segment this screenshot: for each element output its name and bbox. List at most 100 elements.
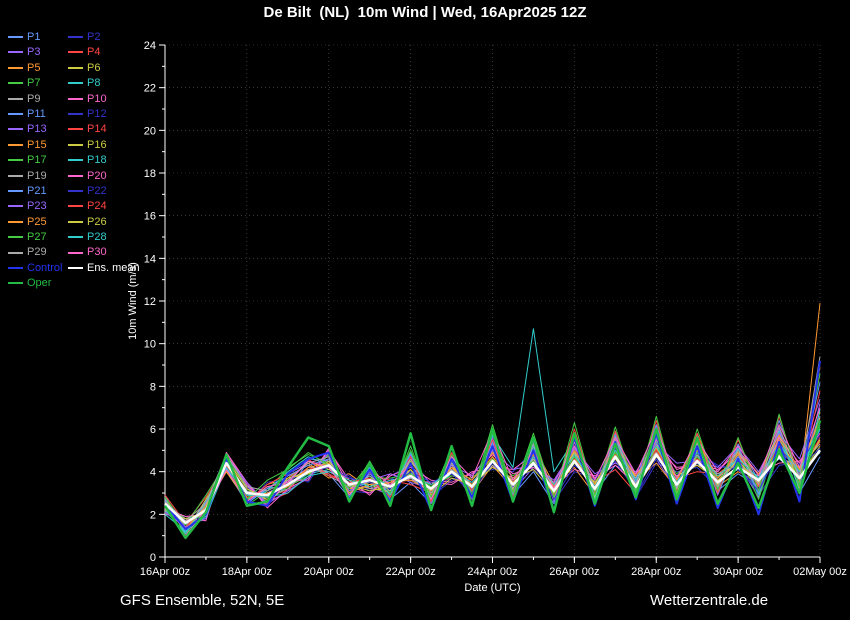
legend-item-p11: P11	[8, 107, 68, 122]
legend-item-p17: P17	[8, 153, 68, 168]
legend-label-p22: P22	[87, 184, 107, 197]
legend-swatch-p16	[68, 143, 83, 146]
legend-item-p2: P2	[68, 30, 128, 45]
legend-row: P1 P2	[8, 30, 128, 45]
legend-swatch-p15	[8, 143, 23, 146]
legend-row: P15 P16	[8, 138, 128, 153]
legend-item-p29: P29	[8, 245, 68, 260]
legend-row: P25 P26	[8, 215, 128, 230]
legend-swatch-p25	[8, 220, 23, 223]
legend-swatch-p17	[8, 159, 23, 162]
x-tick-label: 18Apr 00z	[222, 566, 272, 578]
legend-item-p5: P5	[8, 61, 68, 76]
legend-item-p10: P10	[68, 92, 128, 107]
legend-row: P29 P30	[8, 245, 128, 260]
legend-swatch-p21	[8, 190, 23, 192]
y-tick-label: 18	[144, 168, 156, 180]
legend-label-p5: P5	[27, 61, 41, 74]
legend-item-p22: P22	[68, 184, 128, 199]
legend-swatch-p24	[68, 205, 83, 208]
ensemble-meteogram-page: De Bilt (NL) 10m Wind | Wed, 16Apr2025 1…	[0, 0, 850, 620]
legend-item-p21: P21	[8, 184, 68, 199]
legend-label-p7: P7	[27, 77, 41, 90]
legend-swatch-ens-mean	[68, 266, 83, 269]
legend-swatch-p20	[68, 174, 83, 177]
legend-item-p8: P8	[68, 76, 128, 91]
legend-swatch-p2	[68, 36, 83, 39]
x-axis-title: Date (UTC)	[464, 582, 520, 594]
x-tick-label: 28Apr 00z	[631, 566, 681, 578]
legend-row: P3 P4	[8, 45, 128, 60]
legend-swatch-control	[8, 266, 23, 269]
legend-item-p14: P14	[68, 122, 128, 137]
legend-swatch-p8	[68, 82, 83, 85]
legend-label-control: Control	[27, 261, 63, 274]
legend-swatch-p13	[8, 128, 23, 131]
legend-label-p29: P29	[27, 246, 47, 259]
legend-label-p30: P30	[87, 246, 107, 259]
legend-label-ens-mean: Ens. mean	[87, 261, 140, 274]
footer-site-label: Wetterzentrale.de	[650, 592, 769, 609]
x-tick-label: 02May 00z	[793, 566, 847, 578]
legend-swatch-p18	[68, 159, 83, 162]
legend-label-p11: P11	[27, 107, 46, 120]
legend-swatch-p27	[8, 236, 23, 239]
legend-swatch-p14	[68, 128, 83, 131]
legend-item-p19: P19	[8, 169, 68, 184]
legend-label-p21: P21	[27, 184, 47, 197]
legend-label-p2: P2	[87, 31, 101, 43]
y-tick-label: 20	[144, 125, 156, 137]
y-tick-label: 12	[144, 296, 156, 308]
legend-label-p27: P27	[27, 231, 47, 244]
y-tick-label: 16	[144, 211, 156, 223]
legend-label-p24: P24	[87, 200, 107, 213]
legend-label-p4: P4	[87, 46, 101, 59]
legend-item-p28: P28	[68, 230, 128, 245]
legend-swatch-p29	[8, 251, 23, 254]
legend-swatch-p22	[68, 190, 83, 192]
x-tick-label: 24Apr 00z	[467, 566, 517, 578]
legend-swatch-p5	[8, 66, 23, 69]
legend-label-p12: P12	[87, 107, 107, 120]
legend: P1 P2 P3 P4 P5 P6 P7 P8 P9 P10 P11 P12 P13 P14 P15 P16 P…	[8, 30, 140, 292]
legend-label-p17: P17	[27, 154, 47, 167]
x-tick-label: 20Apr 00z	[304, 566, 354, 578]
legend-label-p14: P14	[87, 123, 107, 136]
legend-swatch-p30	[68, 251, 83, 254]
legend-label-p3: P3	[27, 46, 41, 59]
legend-label-p1: P1	[27, 31, 41, 43]
legend-label-p8: P8	[87, 77, 101, 90]
legend-row: Oper	[8, 276, 128, 291]
legend-swatch-p23	[8, 205, 23, 208]
y-tick-label: 10	[144, 339, 156, 351]
x-tick-label: 16Apr 00z	[140, 566, 190, 578]
legend-label-p6: P6	[87, 61, 101, 74]
legend-row: P23 P24	[8, 199, 128, 214]
legend-item-p26: P26	[68, 215, 128, 230]
legend-item-p1: P1	[8, 30, 68, 45]
legend-row: P17 P18	[8, 153, 128, 168]
legend-item-p16: P16	[68, 138, 128, 153]
legend-row: P7 P8	[8, 76, 128, 91]
legend-item-p7: P7	[8, 76, 68, 91]
legend-row: P27 P28	[8, 230, 128, 245]
legend-item-p15: P15	[8, 138, 68, 153]
legend-item-p6: P6	[68, 61, 128, 76]
legend-label-p15: P15	[27, 138, 47, 151]
legend-swatch-p28	[68, 236, 83, 239]
legend-item-oper: Oper	[8, 276, 68, 291]
legend-row: Control Ens. mean	[8, 261, 140, 276]
legend-item-p30: P30	[68, 245, 128, 260]
legend-item-p24: P24	[68, 199, 128, 214]
legend-item-p27: P27	[8, 230, 68, 245]
legend-item-p25: P25	[8, 215, 68, 230]
legend-label-p9: P9	[27, 92, 41, 105]
legend-row: P21 P22	[8, 184, 128, 199]
y-tick-label: 24	[144, 40, 156, 52]
legend-row: P11 P12	[8, 107, 128, 122]
legend-swatch-p9	[8, 97, 23, 100]
legend-item-p18: P18	[68, 153, 128, 168]
legend-label-p26: P26	[87, 215, 107, 228]
legend-item-p4: P4	[68, 45, 128, 60]
legend-item-p23: P23	[8, 199, 68, 214]
